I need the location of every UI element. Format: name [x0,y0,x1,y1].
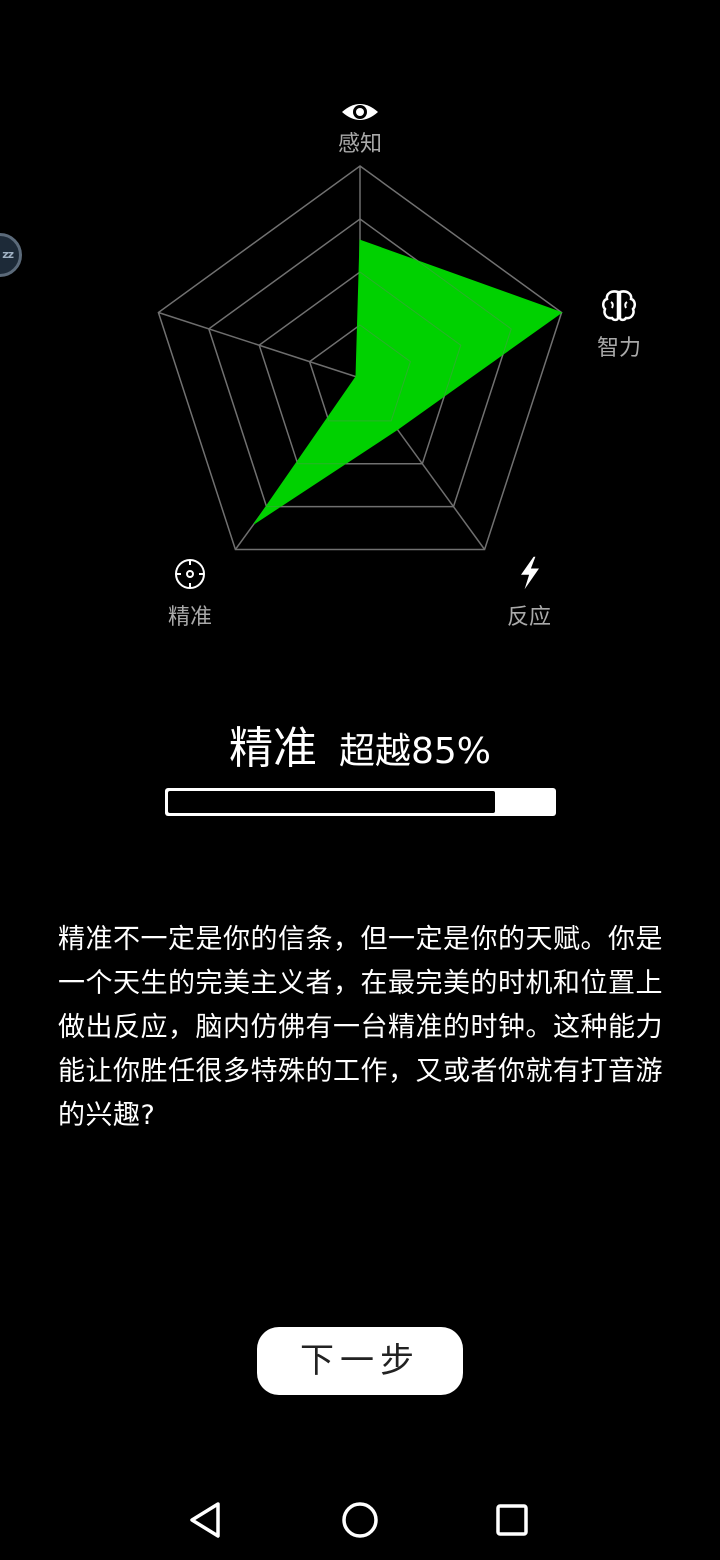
result-progress-bar [165,788,556,816]
axis-label-intelligence: 智力 [596,336,641,361]
progress-fill [168,791,496,813]
recents-square-icon[interactable] [472,1480,552,1560]
home-circle-icon[interactable] [320,1480,400,1560]
system-navigation-bar [0,1480,720,1560]
axis-label-perception: 感知 [337,132,382,157]
axis-label-precision: 精准 [167,605,212,630]
axis-label-reaction: 反应 [506,605,551,630]
result-value: 超越85% [338,731,492,772]
back-triangle-icon[interactable] [166,1480,246,1560]
screen: 感知 智力 反应 精准 zz 精准 超越85% 精准不一定是你的信条，但一定是你的… [0,0,720,1560]
radar-data-area [253,239,563,525]
lightning-icon [521,556,539,590]
crosshair-icon [175,559,205,589]
result-row: 精准 超越85% [0,712,720,776]
eye-icon [342,104,378,120]
next-step-button[interactable]: 下一步 [257,1327,463,1395]
result-description: 精准不一定是你的信条，但一定是你的天赋。你是一个天生的完美主义者，在最完美的时机… [58,924,663,1131]
brain-icon [602,290,636,322]
result-name: 精准 [228,723,317,774]
progress-track [168,791,553,813]
floating-bubble-text: zz [2,248,14,261]
